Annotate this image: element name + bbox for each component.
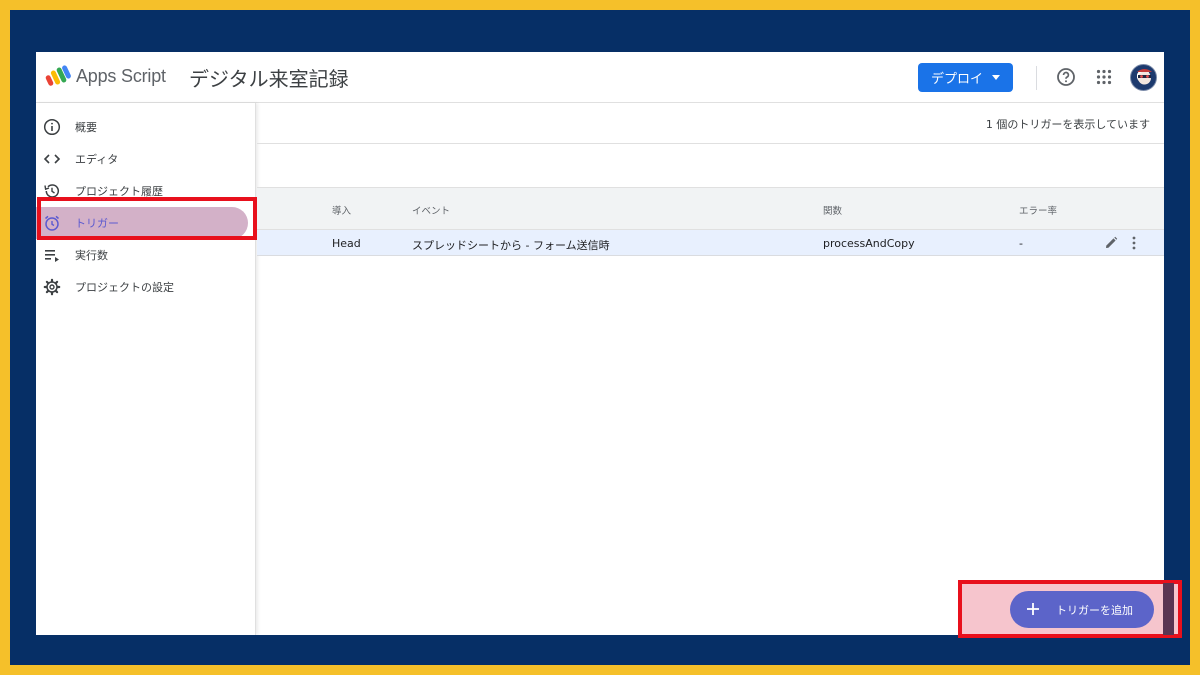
sidebar-item-label: 実行数 bbox=[75, 249, 108, 262]
avatar-face-icon bbox=[1137, 69, 1152, 85]
top-header: Apps Script デジタル来室記録 デプロイ bbox=[36, 52, 1164, 103]
filter-bar[interactable] bbox=[257, 144, 1164, 188]
cell-error-rate: - bbox=[1019, 237, 1023, 250]
help-icon[interactable] bbox=[1056, 67, 1076, 87]
sidebar-item-triggers[interactable]: トリガー bbox=[36, 207, 256, 239]
sidebar-item-project-history[interactable]: プロジェクト履歴 bbox=[36, 175, 256, 207]
plus-icon bbox=[1027, 603, 1039, 615]
trigger-count-text: 1 個のトリガーを表示しています bbox=[985, 118, 1150, 131]
table-row[interactable]: Head スプレッドシートから - フォーム送信時 processAndCopy… bbox=[257, 230, 1164, 256]
sidebar-nav: 概要 エディタ プロジェクト履歴 トリガー 実行数 プロジェクトの設定 bbox=[36, 103, 257, 635]
active-indicator bbox=[36, 207, 248, 239]
deploy-button[interactable]: デプロイ bbox=[918, 63, 1013, 92]
executions-list-icon bbox=[45, 250, 59, 262]
project-title[interactable]: デジタル来室記録 bbox=[189, 63, 349, 92]
sidebar-item-label: プロジェクトの設定 bbox=[75, 281, 174, 294]
column-header-error-rate[interactable]: エラー率 bbox=[1019, 203, 1057, 217]
triggers-table-header: 導入 イベント 関数 エラー率 bbox=[257, 188, 1164, 230]
deploy-button-label: デプロイ bbox=[931, 72, 984, 87]
apps-script-logo-icon[interactable] bbox=[45, 64, 71, 88]
apps-script-window: Apps Script デジタル来室記録 デプロイ 概要 エディタ プロジェクト… bbox=[36, 52, 1164, 635]
alarm-clock-icon bbox=[45, 215, 59, 231]
history-icon bbox=[44, 184, 60, 198]
avatar[interactable] bbox=[1130, 64, 1157, 91]
sidebar-item-label: 概要 bbox=[75, 121, 97, 134]
edit-pencil-icon[interactable] bbox=[1104, 236, 1118, 250]
sidebar-item-label: プロジェクト履歴 bbox=[75, 185, 163, 198]
trigger-count-bar: 1 個のトリガーを表示しています bbox=[257, 103, 1164, 144]
add-trigger-button[interactable]: トリガーを追加 bbox=[1010, 591, 1154, 628]
sidebar-item-editor[interactable]: エディタ bbox=[36, 143, 256, 175]
sidebar-item-project-settings[interactable]: プロジェクトの設定 bbox=[36, 271, 256, 303]
add-trigger-label: トリガーを追加 bbox=[1056, 604, 1133, 617]
code-icon bbox=[43, 154, 61, 164]
info-icon bbox=[43, 118, 61, 136]
header-divider bbox=[1036, 66, 1037, 90]
column-header-function[interactable]: 関数 bbox=[823, 203, 842, 217]
apps-grid-icon[interactable] bbox=[1096, 69, 1112, 85]
sidebar-item-label: トリガー bbox=[75, 217, 119, 230]
caret-down-icon bbox=[992, 75, 1000, 80]
gear-icon bbox=[43, 278, 61, 296]
sidebar-item-overview[interactable]: 概要 bbox=[36, 111, 256, 143]
column-header-deployment[interactable]: 導入 bbox=[332, 203, 351, 217]
cell-deployment: Head bbox=[332, 237, 361, 250]
sidebar-item-label: エディタ bbox=[75, 153, 119, 166]
column-header-event[interactable]: イベント bbox=[412, 203, 450, 217]
sidebar-item-executions[interactable]: 実行数 bbox=[36, 239, 256, 271]
app-brand: Apps Script bbox=[76, 66, 166, 86]
scroll-shade bbox=[1163, 583, 1174, 635]
cell-event: スプレッドシートから - フォーム送信時 bbox=[412, 239, 610, 252]
more-vert-icon[interactable] bbox=[1131, 235, 1137, 251]
cell-function: processAndCopy bbox=[823, 237, 915, 250]
